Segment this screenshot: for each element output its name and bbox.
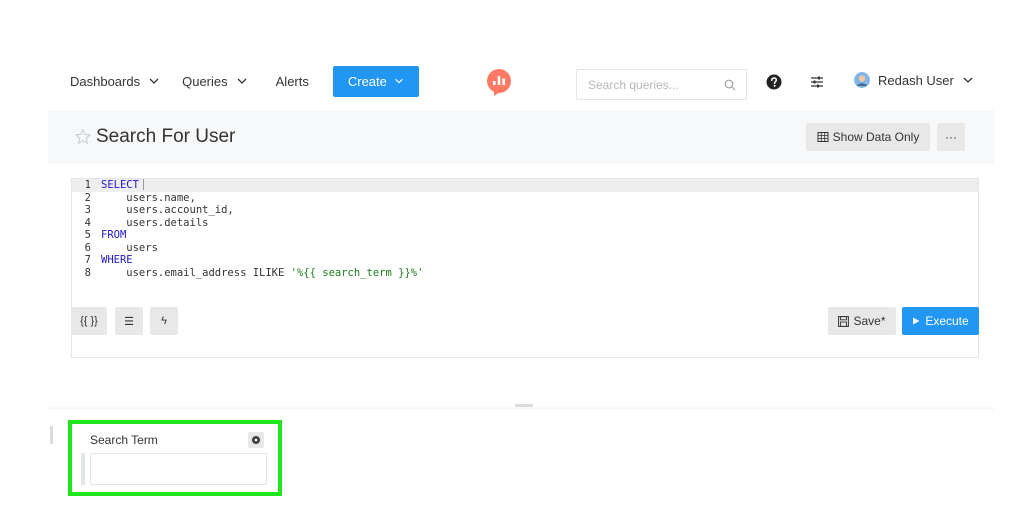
code-line: 1 SELECT <box>72 179 978 192</box>
chevron-down-icon <box>963 77 973 83</box>
code-keyword: FROM <box>101 229 127 241</box>
editor-resize-handle[interactable] <box>515 404 533 407</box>
help-icon[interactable] <box>766 74 782 90</box>
logo-icon[interactable] <box>485 68 513 96</box>
more-options-label: ··· <box>945 130 957 144</box>
settings-icon[interactable] <box>809 74 825 90</box>
app: Dashboards Queries Alerts Create Search … <box>48 52 994 523</box>
create-label: Create <box>347 73 387 89</box>
top-nav: Dashboards Queries Alerts Create Search … <box>48 52 994 110</box>
code-text: users.email_address ILIKE <box>101 266 291 279</box>
search-input[interactable] <box>588 77 724 92</box>
parameter-label: Search Term <box>90 433 158 447</box>
search-term-input[interactable] <box>90 453 267 485</box>
line-number: 1 <box>84 179 91 191</box>
nav-alerts-label: Alerts <box>275 73 309 89</box>
code-line: 4 users.details <box>72 217 978 230</box>
search-box <box>576 69 747 100</box>
chevron-down-icon <box>149 78 159 84</box>
code-keyword: WHERE <box>101 254 133 266</box>
play-icon <box>913 317 920 325</box>
nav-dashboards-label: Dashboards <box>70 73 141 89</box>
chevron-down-icon <box>237 78 247 84</box>
line-number: 3 <box>84 204 91 216</box>
nav-queries-label: Queries <box>182 73 228 89</box>
gear-icon <box>251 435 261 445</box>
execute-label: Execute <box>925 314 969 328</box>
code-text: users <box>101 241 158 254</box>
add-parameter-label: {{ }} <box>80 315 98 327</box>
nav-dashboards[interactable]: Dashboards <box>70 74 160 89</box>
page-title[interactable]: Search For User <box>96 126 235 148</box>
format-query-button[interactable]: ☰ <box>115 307 143 335</box>
side-resize-handle[interactable] <box>50 426 53 444</box>
code-line: 2 users.name, <box>72 192 978 205</box>
code-string: '%{{ search_term }}%' <box>290 266 424 279</box>
user-menu[interactable]: Redash User <box>854 72 974 88</box>
code-text: users.name, <box>101 191 196 204</box>
create-button[interactable]: Create <box>332 65 419 97</box>
parameter-drag-handle[interactable] <box>81 453 85 485</box>
more-options-button[interactable]: ··· <box>937 123 965 151</box>
line-number: 5 <box>84 229 91 241</box>
user-name: Redash User <box>878 72 954 88</box>
search-icon[interactable] <box>724 79 736 91</box>
lightning-icon: ϟ <box>161 315 167 327</box>
code-text: users.details <box>101 216 209 229</box>
line-number: 4 <box>84 216 91 229</box>
code-keyword: SELECT <box>101 179 139 191</box>
autocomplete-toggle-button[interactable]: ϟ <box>150 307 178 335</box>
code-line: 8 users.email_address ILIKE '%{{ search_… <box>72 267 978 280</box>
code-line: 7 WHERE <box>72 254 978 267</box>
line-number: 2 <box>84 191 91 204</box>
format-icon: ☰ <box>124 315 134 328</box>
editor-panel: 1 SELECT 2 users.name, 3 users.account_i… <box>48 164 994 407</box>
chevron-down-icon <box>395 78 403 84</box>
star-icon[interactable] <box>74 128 92 146</box>
show-data-only-button[interactable]: Show Data Only <box>806 123 930 151</box>
avatar <box>854 72 870 88</box>
parameter-settings-button[interactable] <box>248 432 264 448</box>
text-cursor <box>142 179 144 190</box>
line-number: 7 <box>84 254 91 266</box>
save-icon <box>838 315 850 327</box>
save-label: Save* <box>853 314 886 328</box>
nav-queries[interactable]: Queries <box>182 74 248 89</box>
code-line: 5 FROM <box>72 229 978 242</box>
code-text: users.account_id, <box>101 204 234 216</box>
table-icon <box>817 132 829 142</box>
save-button[interactable]: Save* <box>828 307 896 335</box>
code-line: 3 users.account_id, <box>72 204 978 217</box>
execute-button[interactable]: Execute <box>902 307 979 335</box>
line-number: 6 <box>84 241 91 254</box>
code-line: 6 users <box>72 242 978 255</box>
nav-alerts[interactable]: Alerts <box>276 74 309 89</box>
line-number: 8 <box>84 266 91 279</box>
add-parameter-button[interactable]: {{ }} <box>71 307 107 335</box>
show-data-only-label: Show Data Only <box>832 130 920 144</box>
